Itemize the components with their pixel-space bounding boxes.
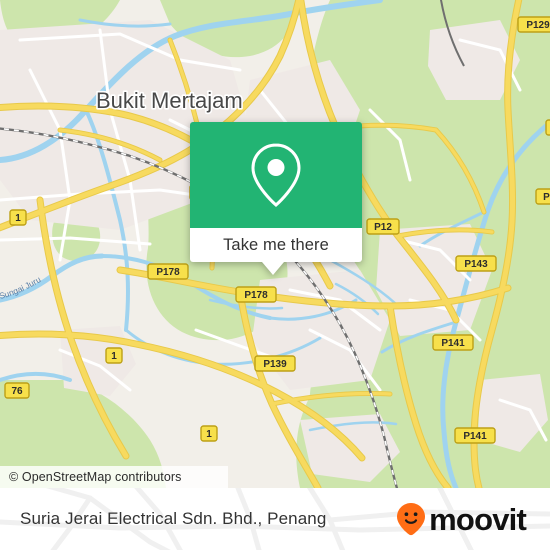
road-shield-label: P178 [244,290,268,301]
road-shield: K [545,119,550,136]
city-label: Bukit Mertajam [96,88,243,113]
road-shield-label: P12 [543,192,550,203]
road-shield: P12 [366,218,400,235]
road-shield-label: P139 [263,359,287,370]
osm-attribution: © OpenStreetMap contributors [0,466,228,488]
footer-bar: Suria Jerai Electrical Sdn. Bhd., Penang… [0,488,550,550]
moovit-wordmark: moovit [429,501,527,537]
osm-attribution-text: © OpenStreetMap contributors [9,470,182,484]
callout-tail-pointer [262,262,284,275]
map-page: Bukit Mertajam Sungai Juru P129P12P12P14… [0,0,550,550]
road-shield-label: P141 [463,431,487,442]
road-shield-label: 1 [111,351,117,362]
road-shield-label: 1 [15,213,21,224]
map-pin-icon [251,143,301,207]
road-shield: P178 [147,263,189,280]
place-title: Suria Jerai Electrical Sdn. Bhd., Penang [20,488,326,550]
callout-pin-panel [190,122,362,228]
road-shield-label: P12 [374,222,392,233]
road-shield: P141 [432,334,474,351]
road-shield-label: P129 [526,20,550,31]
road-shield: 1 [9,209,27,226]
road-shield: 1 [200,425,218,442]
road-shield-label: 1 [206,429,212,440]
road-shield-label: 76 [11,386,23,397]
moovit-logo[interactable]: moovit [396,488,527,550]
road-shield-label: P141 [441,338,465,349]
road-shield: 1 [105,347,123,364]
road-shield-label: P143 [464,259,488,270]
take-me-there-button[interactable]: Take me there [190,228,362,262]
road-shield: P129 [517,16,550,33]
take-me-there-label: Take me there [223,235,329,254]
place-title-text: Suria Jerai Electrical Sdn. Bhd., Penang [20,509,327,528]
road-shield: P139 [254,355,296,372]
road-shield: P12 [535,188,550,205]
road-shield: P178 [235,286,277,303]
road-shield: 76 [4,382,30,399]
road-shield: P143 [455,255,497,272]
location-callout-card[interactable]: Take me there [190,122,362,275]
road-shield: P141 [454,427,496,444]
road-shield-label: P178 [156,267,180,278]
moovit-smiley-pin-icon [397,503,426,536]
